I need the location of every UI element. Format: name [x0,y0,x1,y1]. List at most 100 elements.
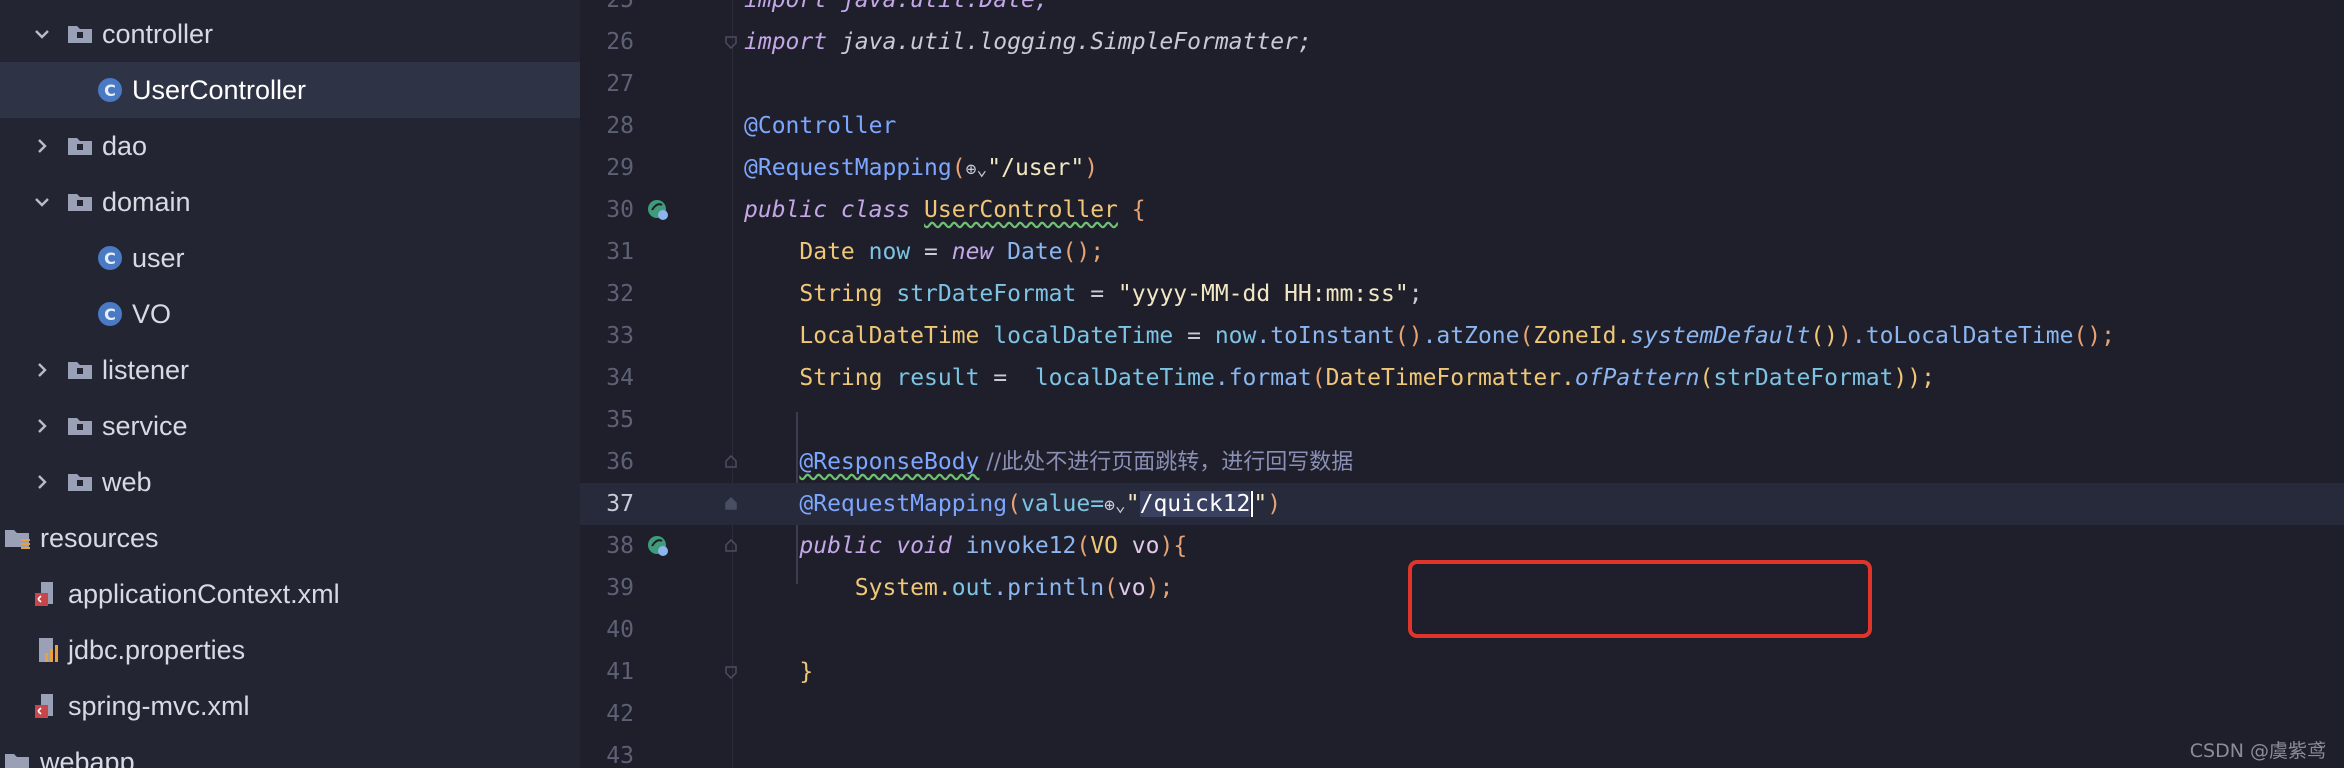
folder-icon [64,410,96,442]
tree-item-label: spring-mvc.xml [68,690,250,721]
tree-folder-domain[interactable]: domain [0,174,580,230]
tree-item-label: jdbc.properties [68,634,246,665]
line-number: 43 [606,743,634,768]
line-number: 26 [606,29,634,55]
fold-end-icon[interactable] [724,665,738,679]
watermark: CSDN @虞紫鸢 [2189,740,2326,762]
chevron-right-icon[interactable] [28,412,56,440]
chevron-right-icon[interactable] [28,468,56,496]
line-number: 25 [606,0,634,13]
code-line[interactable]: 31 Date now = new Date(); [580,231,2344,273]
code-line[interactable]: 34 String result = localDateTime.format(… [580,357,2344,399]
code-text: System.out.println(vo); [854,575,1174,601]
code-line[interactable]: 28 @Controller [580,105,2344,147]
tree-file-spring-mvc[interactable]: spring-mvc.xml [0,678,580,734]
code-line[interactable]: 27 [580,63,2344,105]
code-text: } [799,659,814,685]
web-endpoint-icon: ⊕⌄ [1104,495,1126,516]
tree-folder-web[interactable]: web [0,454,580,510]
tree-folder-dao[interactable]: dao [0,118,580,174]
spring-bean-gutter-icon[interactable] [646,198,670,222]
folder-icon [64,18,96,50]
tree-file-vo[interactable]: C VO [0,286,580,342]
code-line[interactable]: 26 import java.util.logging.SimpleFormat… [580,21,2344,63]
tree-item-label: web [102,466,152,497]
tree-item-label: listener [102,354,190,385]
web-request-gutter-icon[interactable] [646,534,670,558]
code-line[interactable]: 36 @ResponseBody //此处不进行页面跳转，进行回写数据 [580,441,2344,483]
tree-folder-controller[interactable]: controller [0,6,580,62]
code-text: @RequestMapping(value=⊕⌄"/quick12 ") [799,491,1282,517]
ide-window: controller C UserController dao domain C… [0,0,2344,768]
fold-end-icon[interactable] [724,35,738,49]
fold-start-icon[interactable] [724,455,738,469]
tree-file-user[interactable]: C user [0,230,580,286]
code-editor[interactable]: 25 import java.util.Date; 26 import java… [580,0,2344,768]
red-highlight-box [1408,560,1872,638]
folder-icon [64,186,96,218]
code-text: @ResponseBody //此处不进行页面跳转，进行回写数据 [799,449,1354,475]
tree-file-applicationcontext[interactable]: applicationContext.xml [0,566,580,622]
tree-folder-service[interactable]: service [0,398,580,454]
chevron-down-icon[interactable] [28,188,56,216]
spring-xml-icon [30,690,62,722]
tree-folder-listener[interactable]: listener [0,342,580,398]
tree-folder-resources[interactable]: resources [0,510,580,566]
line-number: 37 [606,491,634,517]
code-line[interactable]: 41 } [580,651,2344,693]
folder-icon [2,746,34,768]
line-number: 28 [606,113,634,139]
line-number: 31 [606,239,634,265]
code-text: import java.util.Date; [744,0,1049,13]
code-line[interactable]: 25 import java.util.Date; [580,0,2344,21]
tree-folder-webapp[interactable]: webapp [0,734,580,768]
code-line[interactable]: 33 LocalDateTime localDateTime = now.toI… [580,315,2344,357]
code-text: @Controller [744,113,897,139]
line-number: 33 [606,323,634,349]
tree-item-label: VO [132,298,172,329]
web-endpoint-icon: ⊕⌄ [965,159,988,180]
code-line[interactable]: 29 @RequestMapping(⊕⌄"/user") [580,147,2344,189]
chevron-right-icon[interactable] [28,356,56,384]
line-number: 41 [606,659,634,685]
line-number: 32 [606,281,634,307]
code-text: String strDateFormat = "yyyy-MM-dd HH:mm… [799,281,1423,307]
folder-icon [64,354,96,386]
code-text: public class UserController { [744,197,1146,223]
tree-item-label: controller [102,18,214,49]
code-line[interactable]: 35 [580,399,2344,441]
folder-icon [64,466,96,498]
code-text: @RequestMapping(⊕⌄"/user") [744,155,1099,181]
code-line[interactable]: 32 String strDateFormat = "yyyy-MM-dd HH… [580,273,2344,315]
tree-item-label: service [102,410,188,441]
resources-folder-icon [2,522,34,554]
tree-item-label: user [132,242,185,273]
tree-file-usercontroller[interactable]: C UserController [0,62,580,118]
tree-item-label: resources [40,522,159,553]
fold-start-icon[interactable] [724,497,738,511]
line-number: 38 [606,533,634,559]
code-text: public void invoke12(VO vo){ [799,533,1188,559]
code-line[interactable]: 43 [580,735,2344,768]
fold-start-icon[interactable] [724,539,738,553]
tree-file-jdbc-properties[interactable]: jdbc.properties [0,622,580,678]
code-line[interactable]: 42 [580,693,2344,735]
code-line[interactable]: 30 public class UserController { [580,189,2344,231]
code-line-current[interactable]: 37 @RequestMapping(value=⊕⌄"/quick12 ") [580,483,2344,525]
code-text: LocalDateTime localDateTime = now.toInst… [799,323,2115,349]
tree-item-label: domain [102,186,191,217]
line-number: 42 [606,701,634,727]
line-number: 40 [606,617,634,643]
chevron-right-icon[interactable] [28,132,56,160]
line-number: 34 [606,365,634,391]
project-tree[interactable]: controller C UserController dao domain C… [0,0,580,768]
chevron-down-icon[interactable] [28,20,56,48]
class-icon: C [94,242,126,274]
line-number: 35 [606,407,634,433]
line-number: 36 [606,449,634,475]
tree-item-label: applicationContext.xml [68,578,340,609]
line-number: 27 [606,71,634,97]
line-number: 30 [606,197,634,223]
code-text: Date now = new Date(); [799,239,1105,265]
folder-icon [64,130,96,162]
